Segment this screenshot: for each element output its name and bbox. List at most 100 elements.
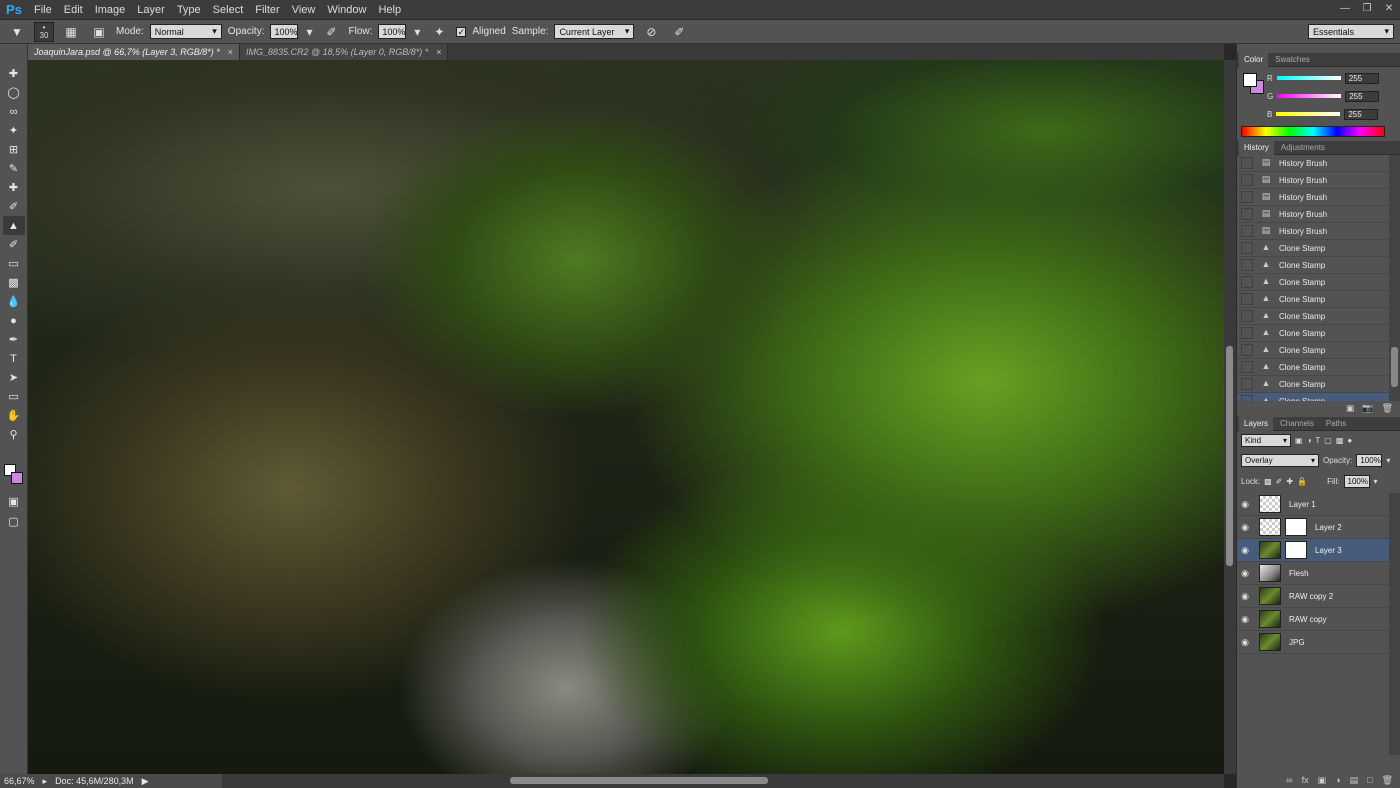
visibility-eye-icon[interactable]: ◉ xyxy=(1237,637,1253,648)
history-scrollbar[interactable] xyxy=(1389,155,1400,401)
filter-shape-icon[interactable]: ▢ xyxy=(1324,436,1332,445)
history-source-checkbox[interactable] xyxy=(1241,208,1253,220)
hand-tool-icon[interactable]: ✋ xyxy=(3,406,25,425)
history-source-checkbox[interactable] xyxy=(1241,174,1253,186)
filter-type-icon[interactable]: T xyxy=(1315,436,1320,445)
fx-icon[interactable]: fx xyxy=(1302,775,1309,785)
layer-name[interactable]: Layer 2 xyxy=(1315,523,1342,532)
menu-help[interactable]: Help xyxy=(372,0,407,20)
clone-source-icon[interactable]: ▣ xyxy=(88,23,110,41)
quick-mask-icon[interactable]: ▣ xyxy=(3,492,25,511)
new-layer-icon[interactable]: □ xyxy=(1367,775,1372,785)
minimize-icon[interactable]: — xyxy=(1334,0,1356,16)
eraser-tool-icon[interactable]: ▭ xyxy=(3,254,25,273)
trash-icon[interactable]: 🗑 xyxy=(1382,775,1393,786)
opacity-dropdown-icon[interactable]: ▾ xyxy=(1386,456,1390,465)
history-source-checkbox[interactable] xyxy=(1241,327,1253,339)
lock-image-icon[interactable]: ✐ xyxy=(1276,477,1283,486)
aligned-checkbox[interactable]: ✓ xyxy=(456,26,467,37)
history-source-checkbox[interactable] xyxy=(1241,378,1253,390)
close-tab-icon[interactable]: × xyxy=(228,47,233,57)
ignore-adjustment-icon[interactable]: ⊘ xyxy=(640,23,662,41)
close-tab-icon[interactable]: × xyxy=(436,47,441,57)
tab-history[interactable]: History xyxy=(1239,140,1274,155)
history-source-checkbox[interactable] xyxy=(1241,293,1253,305)
brush-panel-icon[interactable]: ▦ xyxy=(60,23,82,41)
history-item[interactable]: ▲ Clone Stamp xyxy=(1237,308,1389,325)
pressure-size-icon[interactable]: ✐ xyxy=(668,23,690,41)
screen-mode-icon[interactable]: ▢ xyxy=(3,512,25,531)
layer-name[interactable]: JPG xyxy=(1289,638,1305,647)
workspace-select[interactable]: Essentials ▾ xyxy=(1308,24,1394,39)
menu-select[interactable]: Select xyxy=(207,0,250,20)
pressure-opacity-icon[interactable]: ✐ xyxy=(320,23,342,41)
filter-kind-select[interactable]: Kind ▾ xyxy=(1241,434,1291,447)
history-item[interactable]: ▤ History Brush xyxy=(1237,206,1389,223)
menu-layer[interactable]: Layer xyxy=(131,0,171,20)
dodge-tool-icon[interactable]: ● xyxy=(3,311,25,330)
airbrush-icon[interactable]: ✦ xyxy=(428,23,450,41)
menu-file[interactable]: File xyxy=(28,0,58,20)
layer-name[interactable]: RAW copy xyxy=(1289,615,1327,624)
visibility-eye-icon[interactable]: ◉ xyxy=(1237,614,1253,625)
restore-icon[interactable]: ❐ xyxy=(1356,0,1378,16)
filter-pixel-icon[interactable]: ▣ xyxy=(1295,436,1303,445)
menu-window[interactable]: Window xyxy=(321,0,372,20)
layer-row[interactable]: ◉ RAW copy xyxy=(1237,608,1389,631)
layer-opacity-input[interactable]: 100% xyxy=(1356,454,1383,467)
opacity-dropdown-icon[interactable]: ▾ xyxy=(304,23,314,41)
history-source-checkbox[interactable] xyxy=(1241,276,1253,288)
layer-thumbnail[interactable] xyxy=(1259,610,1281,628)
history-source-checkbox[interactable] xyxy=(1241,191,1253,203)
fill-input[interactable]: 100% xyxy=(1343,475,1370,488)
visibility-eye-icon[interactable]: ◉ xyxy=(1237,591,1253,602)
adjustment-layer-icon[interactable]: ◑ xyxy=(1335,775,1340,785)
layer-name[interactable]: Layer 1 xyxy=(1289,500,1316,509)
layer-thumbnail[interactable] xyxy=(1259,564,1281,582)
history-source-checkbox[interactable] xyxy=(1241,344,1253,356)
doc-tab[interactable]: IMG_8835.CR2 @ 18,5% (Layer 0, RGB/8*) *… xyxy=(240,44,449,60)
history-item[interactable]: ▲ Clone Stamp xyxy=(1237,274,1389,291)
opacity-input[interactable]: 100% xyxy=(270,24,299,39)
gradient-tool-icon[interactable]: ▩ xyxy=(3,273,25,292)
green-slider[interactable] xyxy=(1277,94,1342,98)
history-source-checkbox[interactable] xyxy=(1241,310,1253,322)
history-source-checkbox[interactable] xyxy=(1241,242,1253,254)
pen-tool-icon[interactable]: ✒ xyxy=(3,330,25,349)
close-icon[interactable]: ✕ xyxy=(1378,0,1400,16)
mode-select[interactable]: Normal ▾ xyxy=(149,24,222,39)
layer-row[interactable]: ◉ Layer 2 xyxy=(1237,516,1389,539)
layer-row[interactable]: ◉ Flesh xyxy=(1237,562,1389,585)
history-item[interactable]: ▲ Clone Stamp xyxy=(1237,359,1389,376)
move-tool-icon[interactable]: ✚ xyxy=(3,64,25,83)
history-source-checkbox[interactable] xyxy=(1241,259,1253,271)
history-item[interactable]: ▲ Clone Stamp xyxy=(1237,257,1389,274)
filter-toggle-icon[interactable]: ● xyxy=(1347,436,1352,445)
layer-name[interactable]: RAW copy 2 xyxy=(1289,592,1333,601)
lock-all-icon[interactable]: 🔒 xyxy=(1297,477,1307,486)
layer-row[interactable]: ◉ JPG xyxy=(1237,631,1389,654)
layer-row[interactable]: ◉ RAW copy 2 xyxy=(1237,585,1389,608)
zoom-level[interactable]: 66,67% xyxy=(4,776,35,786)
brush-tool-icon[interactable]: ✐ xyxy=(3,197,25,216)
history-item[interactable]: ▲ Clone Stamp xyxy=(1237,393,1389,401)
history-item[interactable]: ▤ History Brush xyxy=(1237,223,1389,240)
fill-dropdown-icon[interactable]: ▾ xyxy=(1374,477,1378,486)
visibility-eye-icon[interactable]: ◉ xyxy=(1237,522,1253,533)
lasso-tool-icon[interactable]: ∞ xyxy=(3,102,25,121)
history-source-checkbox[interactable] xyxy=(1241,157,1253,169)
layer-mask-thumbnail[interactable] xyxy=(1285,541,1307,559)
brush-size-picker[interactable]: • 30 xyxy=(34,21,54,42)
document-canvas[interactable] xyxy=(28,60,1224,774)
history-item[interactable]: ▲ Clone Stamp xyxy=(1237,342,1389,359)
blue-slider[interactable] xyxy=(1276,112,1341,116)
shape-tool-icon[interactable]: ▭ xyxy=(3,387,25,406)
layer-name[interactable]: Layer 3 xyxy=(1315,546,1342,555)
blur-tool-icon[interactable]: 💧 xyxy=(3,292,25,311)
background-color-swatch[interactable] xyxy=(11,472,23,484)
tab-paths[interactable]: Paths xyxy=(1321,417,1351,431)
menu-type[interactable]: Type xyxy=(171,0,207,20)
green-value[interactable]: 255 xyxy=(1345,90,1380,102)
trash-icon[interactable]: 🗑 xyxy=(1382,403,1393,414)
visibility-eye-icon[interactable]: ◉ xyxy=(1237,545,1253,556)
